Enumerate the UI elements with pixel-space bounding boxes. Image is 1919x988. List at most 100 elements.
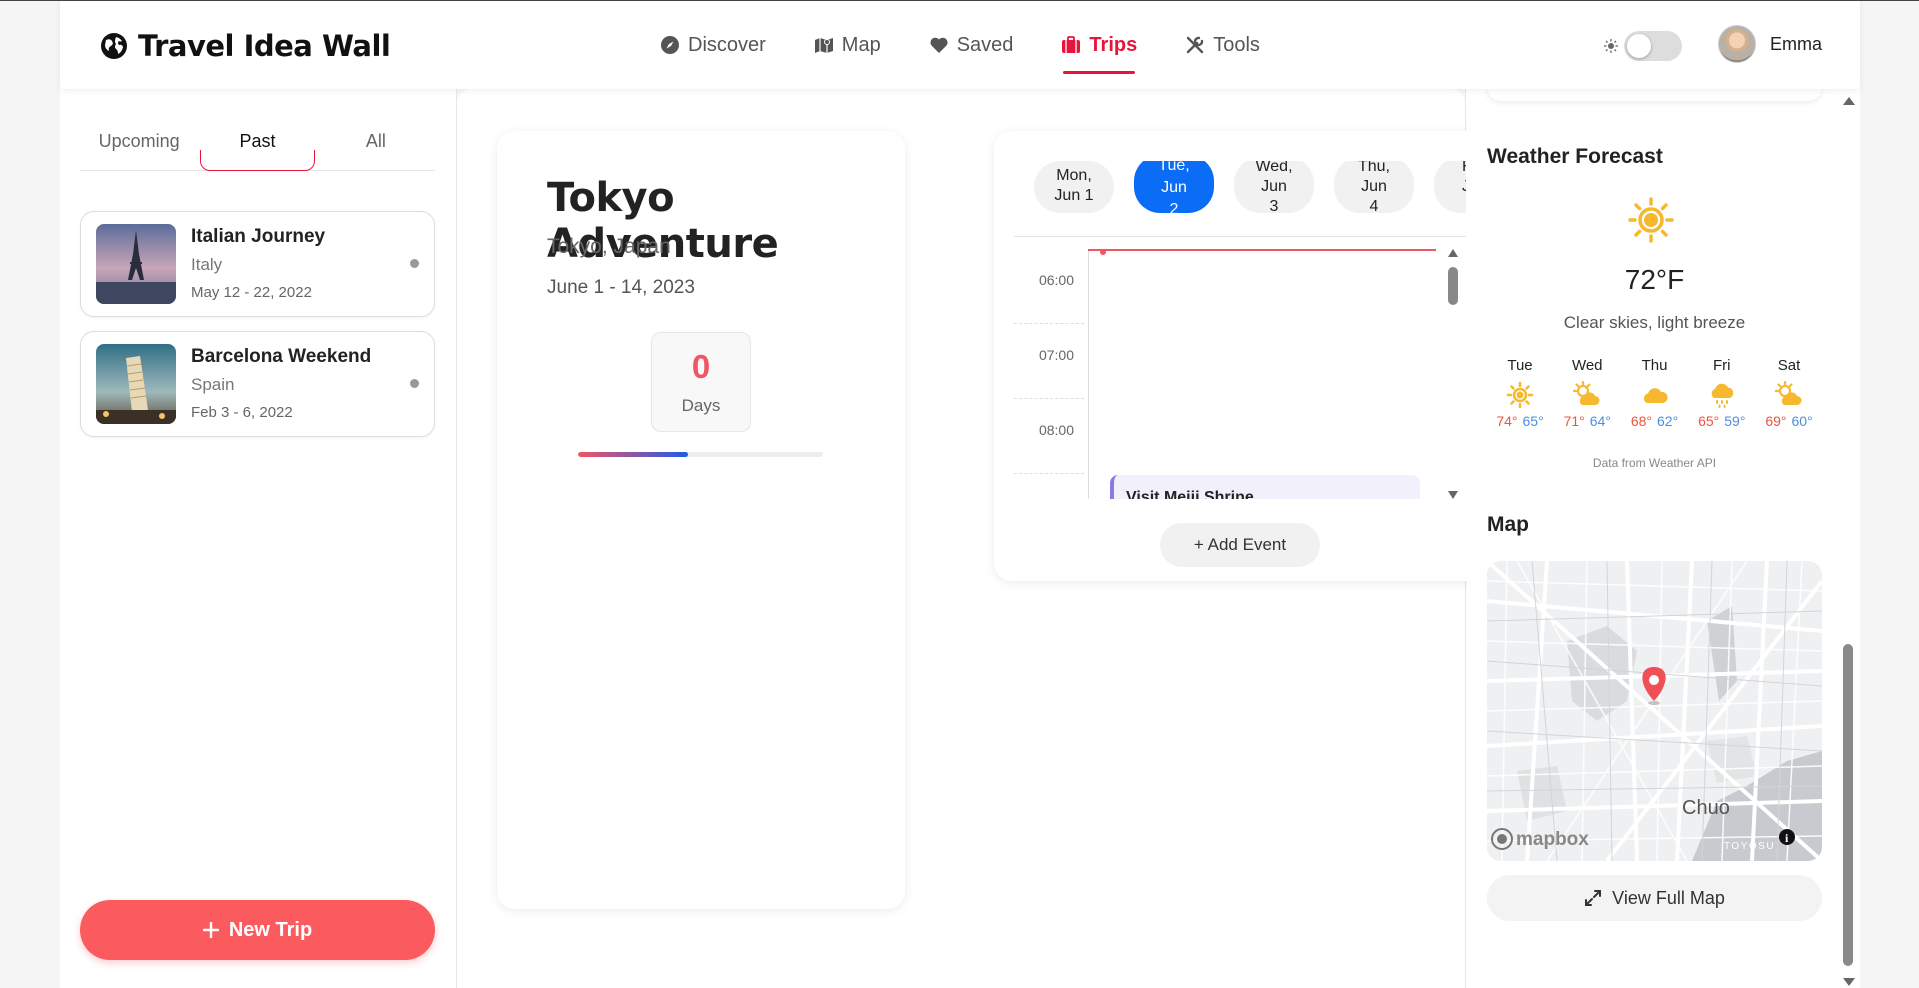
day-pill[interactable]: Wed, Jun 3 xyxy=(1234,161,1314,213)
globe-icon xyxy=(101,33,127,59)
nav-saved[interactable]: Saved xyxy=(929,1,1014,89)
top-header: Travel Idea Wall Discover Map Saved Trip… xyxy=(60,1,1860,89)
nav-saved-label: Saved xyxy=(956,33,1014,56)
nav-trips[interactable]: Trips xyxy=(1061,1,1137,89)
scroll-thumb[interactable] xyxy=(1448,267,1458,305)
current-temperature: 72°F xyxy=(1624,264,1685,295)
forecast-low: 59° xyxy=(1724,413,1746,429)
day-number: 3 xyxy=(1269,198,1279,213)
trip-thumbnail xyxy=(96,224,176,304)
hour-row: 07:00 xyxy=(1014,324,1084,399)
trip-place: Italy xyxy=(191,255,223,274)
day-weekday: F xyxy=(1462,161,1466,177)
nav-discover[interactable]: Discover xyxy=(660,1,766,89)
hour-label: 06:00 xyxy=(1038,272,1074,288)
day-pill[interactable]: F J xyxy=(1434,161,1466,213)
day-weekday: Mon, xyxy=(1056,167,1092,184)
forecast-day-name: Fri xyxy=(1713,357,1731,374)
brand[interactable]: Travel Idea Wall xyxy=(100,29,391,63)
forecast-temps: 74° 65° xyxy=(1487,413,1553,429)
event-card[interactable]: Visit Meiji Shrine xyxy=(1110,475,1420,499)
nav-map[interactable]: Map xyxy=(814,1,881,89)
view-full-map-label: View Full Map xyxy=(1612,887,1725,908)
forecast-temps: 69° 60° xyxy=(1756,413,1822,429)
trip-dates: Feb 3 - 6, 2022 xyxy=(191,404,293,421)
trip-place: Spain xyxy=(191,375,235,394)
trip-name: Italian Journey xyxy=(191,226,326,247)
trip-card-barcelona-weekend[interactable]: Barcelona Weekend Spain Feb 3 - 6, 2022 xyxy=(80,331,435,437)
nav-tools-label: Tools xyxy=(1213,33,1260,56)
day-weekday: Wed, xyxy=(1255,161,1293,175)
timeline-scrollbar[interactable] xyxy=(1446,249,1460,499)
app-title: Travel Idea Wall xyxy=(138,29,391,63)
trip-date-range: June 1 - 14, 2023 xyxy=(547,277,695,298)
day-weekday: Thu, xyxy=(1357,161,1390,175)
user-menu[interactable]: Emma xyxy=(1718,25,1822,63)
current-time-line xyxy=(1088,249,1436,251)
avatar xyxy=(1718,25,1756,63)
add-event-button[interactable]: + Add Event xyxy=(1160,523,1320,567)
scroll-down-arrow[interactable] xyxy=(1843,978,1855,986)
day-pill[interactable]: Mon, Jun 1 xyxy=(1034,161,1114,213)
hour-row: 06:00 xyxy=(1014,249,1084,324)
map-preview[interactable]: Chuo TOYOSU mapbox i xyxy=(1487,561,1822,861)
day-pill-active[interactable]: Tue, Jun 2 xyxy=(1134,161,1214,213)
trip-progress-bar xyxy=(578,452,823,457)
scroll-up-arrow[interactable] xyxy=(1843,97,1855,105)
trip-filter-tabs: Upcoming Past All xyxy=(80,125,435,171)
plus-icon xyxy=(202,922,219,938)
tab-past[interactable]: Past xyxy=(198,125,316,171)
day-timeline: 06:00 07:00 08:00 Visit Meiji Shrine xyxy=(1014,249,1466,499)
forecast-low: 65° xyxy=(1522,413,1544,429)
tools-icon xyxy=(1187,36,1204,54)
day-weekday: Tue, xyxy=(1158,161,1190,174)
forecast-day: Thu 68° 62° xyxy=(1622,357,1688,429)
day-number: 2 xyxy=(1169,201,1179,213)
info-panel: Weather Forecast 72°F Clear skies, light… xyxy=(1467,79,1860,988)
scroll-down-arrow[interactable] xyxy=(1448,491,1458,499)
forecast-low: 62° xyxy=(1657,413,1679,429)
days-count: 0 xyxy=(691,348,711,385)
user-name: Emma xyxy=(1770,33,1823,54)
day-selector: Mon, Jun 1 Tue, Jun 2 Wed, Jun 3 Thu, Ju… xyxy=(1014,161,1466,237)
briefcase-icon xyxy=(1062,36,1081,53)
trip-thumbnail xyxy=(96,344,176,424)
scroll-up-arrow[interactable] xyxy=(1448,249,1458,257)
cloud-icon xyxy=(1643,388,1668,403)
partly-cloudy-icon xyxy=(1573,381,1600,405)
trip-location: Tokyo, Japan xyxy=(547,235,671,258)
theme-toggle[interactable] xyxy=(1624,31,1682,61)
forecast-day-name: Sat xyxy=(1777,357,1801,374)
forecast-temps: 71° 64° xyxy=(1554,413,1620,429)
nav-tools[interactable]: Tools xyxy=(1185,1,1260,89)
forecast-high: 68° xyxy=(1630,413,1652,429)
trip-progress-fill xyxy=(578,452,689,457)
compass-icon xyxy=(661,36,679,54)
trip-card-italian-journey[interactable]: Italian Journey Italy May 12 - 22, 2022 xyxy=(80,211,435,317)
hour-label: 07:00 xyxy=(1038,347,1074,363)
partly-cloudy-icon xyxy=(1775,381,1802,405)
nav-map-label: Map xyxy=(841,33,881,56)
theme-toggle-wrap xyxy=(1604,31,1682,61)
day-number: 4 xyxy=(1369,198,1379,213)
days-counter: 0 Days xyxy=(651,332,751,432)
view-full-map-button[interactable]: View Full Map xyxy=(1487,875,1822,921)
right-panel-scrollbar[interactable] xyxy=(1840,89,1856,988)
scroll-thumb[interactable] xyxy=(1843,644,1853,966)
forecast-high: 69° xyxy=(1765,413,1787,429)
trip-detail-card: Tokyo Adventure Tokyo, Japan June 1 - 14… xyxy=(497,131,905,909)
trips-sidebar: Upcoming Past All Italian Journey Italy … xyxy=(60,89,455,988)
tab-all[interactable]: All xyxy=(317,125,435,170)
trip-status-dot xyxy=(410,259,419,268)
day-month: J xyxy=(1462,177,1466,197)
tab-upcoming[interactable]: Upcoming xyxy=(80,125,198,170)
day-month: Jun xyxy=(1361,178,1387,195)
heart-icon xyxy=(930,37,948,53)
trip-main: Tokyo Adventure Tokyo, Japan June 1 - 14… xyxy=(456,89,1486,988)
event-title: Visit Meiji Shrine xyxy=(1126,489,1254,499)
current-time-dot xyxy=(1100,249,1106,255)
new-trip-button[interactable]: New Trip xyxy=(80,900,435,960)
day-month: Jun xyxy=(1161,179,1187,196)
day-pill[interactable]: Thu, Jun 4 xyxy=(1334,161,1414,213)
main-nav: Discover Map Saved Trips Tools xyxy=(660,1,1260,89)
